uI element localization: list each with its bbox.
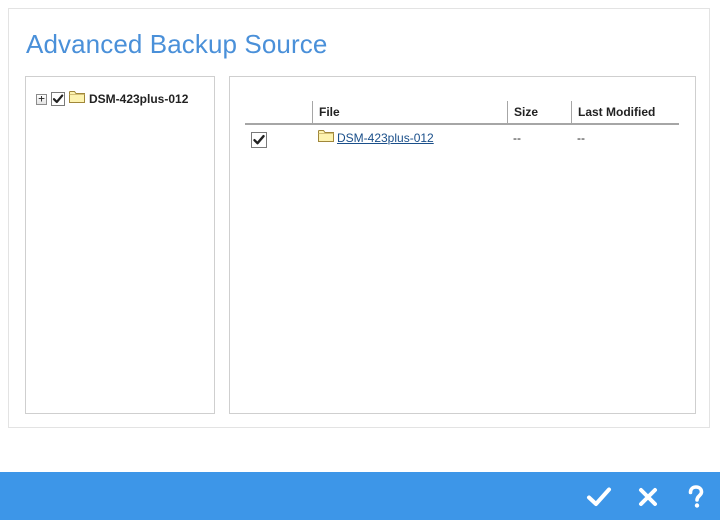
confirm-button[interactable] [584, 482, 614, 512]
tree-node-root[interactable]: + DSM-423plus-012 [36, 91, 188, 107]
folder-icon [69, 90, 85, 108]
row-select-cell [245, 125, 312, 151]
grid-header: File Size Last Modified [245, 101, 679, 125]
file-list-panel: File Size Last Modified DSM-423plus-012 … [229, 76, 696, 414]
expand-icon[interactable]: + [36, 93, 47, 105]
tree-node-checkbox[interactable] [51, 92, 65, 106]
file-grid: File Size Last Modified DSM-423plus-012 … [245, 101, 679, 151]
checkmark-icon [52, 94, 64, 104]
table-row[interactable]: DSM-423plus-012 -- -- [245, 125, 679, 151]
dialog-title: Advanced Backup Source [26, 29, 328, 59]
last-modified-cell: -- [577, 131, 585, 145]
folder-tree-panel: + DSM-423plus-012 [25, 76, 215, 414]
column-header-file[interactable]: File [312, 101, 507, 123]
help-icon [688, 485, 704, 508]
size-cell: -- [513, 131, 521, 145]
column-header-select [245, 101, 312, 123]
cancel-button[interactable] [633, 482, 663, 512]
file-cell: DSM-423plus-012 [312, 125, 507, 151]
column-header-last-modified[interactable]: Last Modified [571, 101, 679, 123]
row-checkbox[interactable] [251, 132, 267, 148]
close-icon [639, 488, 657, 506]
checkmark-icon [253, 135, 265, 145]
column-header-size[interactable]: Size [507, 101, 571, 123]
file-link[interactable]: DSM-423plus-012 [337, 125, 434, 151]
folder-icon [318, 125, 334, 151]
checkmark-icon [587, 487, 611, 506]
tree-node-label[interactable]: DSM-423plus-012 [89, 92, 188, 106]
dialog-frame: Advanced Backup Source + DSM-423plus-012 [8, 8, 710, 428]
help-button[interactable] [681, 482, 711, 512]
footer-bar [0, 472, 720, 520]
